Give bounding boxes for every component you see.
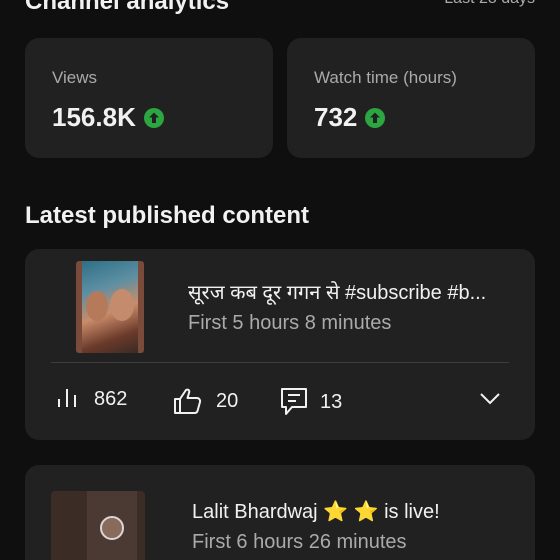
views-count: 862 [94, 387, 128, 410]
views-stat-card[interactable]: Views 156.8K [25, 38, 273, 158]
up-arrow-circle-icon [365, 107, 386, 128]
content-card[interactable]: Lalit Bhardwaj ⭐ ⭐ is live! First 6 hour… [25, 465, 535, 560]
chevron-down-icon[interactable] [479, 392, 501, 406]
analytics-page: Channel analytics Last 28 days Views 156… [0, 0, 560, 560]
live-subtitle: First 6 hours 26 minutes [192, 531, 407, 553]
video-thumbnail[interactable] [76, 261, 144, 353]
avatar [100, 516, 124, 540]
views-value-row: 156.8K [52, 102, 164, 133]
video-subtitle: First 5 hours 8 minutes [188, 312, 392, 334]
thumbnail-face [86, 291, 108, 321]
live-title[interactable]: Lalit Bhardwaj ⭐ ⭐ is live! [192, 499, 440, 524]
views-value: 156.8K [52, 102, 136, 132]
comment-icon [281, 388, 307, 415]
comments-count: 13 [320, 390, 343, 413]
bar-chart-icon [58, 389, 76, 407]
up-arrow-circle-icon [143, 107, 164, 128]
likes-metric: 20 [172, 387, 238, 415]
thumbnail-face [110, 289, 134, 321]
section-title: Latest published content [25, 202, 310, 229]
thumbnail-image [82, 261, 138, 353]
watch-time-stat-card[interactable]: Watch time (hours) 732 [287, 38, 535, 158]
watch-time-value-row: 732 [314, 102, 386, 133]
watch-time-label: Watch time (hours) [314, 68, 457, 87]
comments-metric: 13 [280, 387, 342, 417]
divider [51, 362, 509, 363]
views-label: Views [52, 68, 98, 87]
watch-time-value: 732 [314, 102, 358, 132]
likes-count: 20 [216, 389, 239, 412]
content-card[interactable]: सूरज कब दूर गगन से #subscribe #b... Firs… [25, 249, 535, 440]
date-range-label[interactable]: Last 28 days [444, 0, 535, 8]
views-metric: 862 [56, 387, 127, 411]
video-title[interactable]: सूरज कब दूर गगन से #subscribe #b... [188, 278, 518, 305]
live-thumbnail[interactable] [51, 491, 145, 560]
header: Channel analytics Last 28 days [25, 0, 537, 28]
thumbs-up-icon [174, 388, 202, 414]
page-title: Channel analytics [25, 0, 230, 15]
